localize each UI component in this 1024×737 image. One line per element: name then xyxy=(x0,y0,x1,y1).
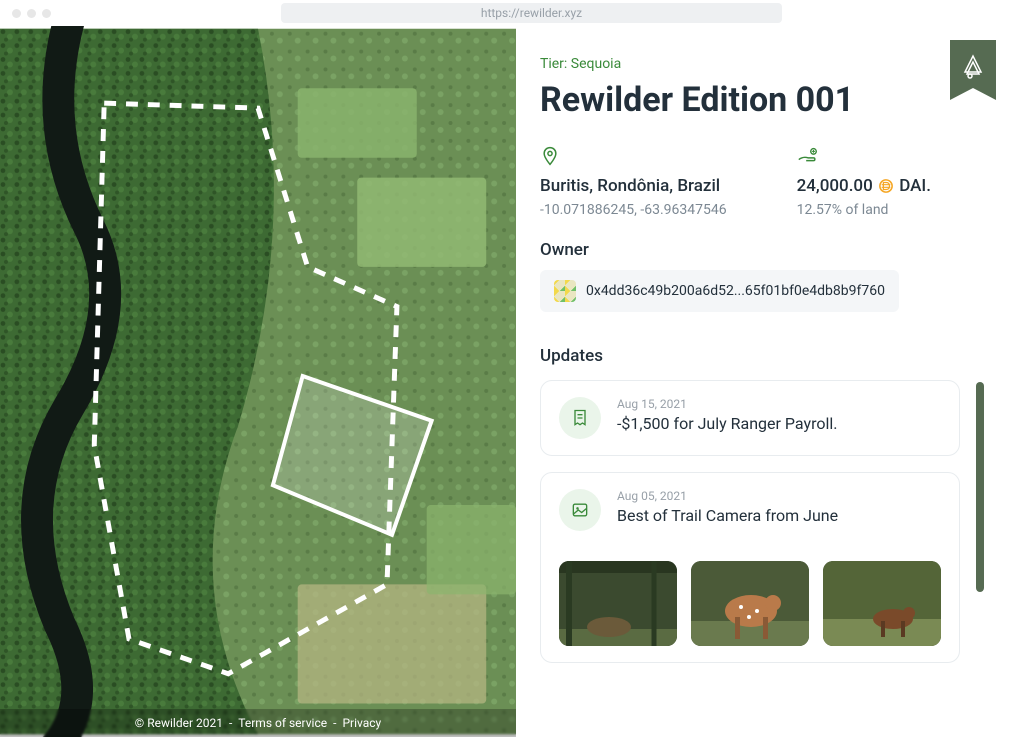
owner-chip[interactable]: 0x4dd36c49b200a6d52...65f01bf0e4db8b9f76… xyxy=(540,270,899,312)
detail-panel: Tier: Sequoia Rewilder Edition 001 Burit… xyxy=(516,26,1024,737)
amount-number: 24,000.00 xyxy=(797,176,873,196)
update-date: Aug 05, 2021 xyxy=(617,489,941,503)
map-panel[interactable]: © Rewilder 2021 - Terms of service - Pri… xyxy=(0,26,516,737)
window-controls xyxy=(12,9,51,18)
maximize-window[interactable] xyxy=(42,9,51,18)
privacy-link[interactable]: Privacy xyxy=(342,716,381,730)
update-title: Best of Trail Camera from June xyxy=(617,506,941,525)
location-pin-icon xyxy=(540,146,560,166)
thumbnail-row xyxy=(559,561,941,646)
location-block: Buritis, Rondônia, Brazil -10.071886245,… xyxy=(540,146,727,218)
updates-section: Updates Aug 15, 2021 -$1,500 for July Ra… xyxy=(540,346,980,663)
image-icon xyxy=(559,489,601,531)
bookmark-badge xyxy=(950,40,996,112)
terms-link[interactable]: Terms of service xyxy=(238,716,327,730)
info-grid: Buritis, Rondônia, Brazil -10.071886245,… xyxy=(540,146,980,218)
owner-address: 0x4dd36c49b200a6d52...65f01bf0e4db8b9f76… xyxy=(586,283,885,299)
currency-label: DAI. xyxy=(899,176,931,196)
close-window[interactable] xyxy=(12,9,21,18)
browser-chrome: https://rewilder.xyz xyxy=(0,0,1024,26)
land-share: 12.57% of land xyxy=(797,202,931,218)
hand-coin-icon xyxy=(797,146,819,166)
dai-icon xyxy=(879,179,893,193)
updates-label: Updates xyxy=(540,346,980,366)
owner-avatar xyxy=(554,280,576,302)
update-card[interactable]: Aug 15, 2021 -$1,500 for July Ranger Pay… xyxy=(540,380,960,456)
receipt-icon xyxy=(559,397,601,439)
update-card[interactable]: Aug 05, 2021 Best of Trail Camera from J… xyxy=(540,472,960,663)
value-amount: 24,000.00 DAI. xyxy=(797,176,931,196)
tier-label: Tier: Sequoia xyxy=(540,56,980,72)
map-footer: © Rewilder 2021 - Terms of service - Pri… xyxy=(0,709,516,737)
minimize-window[interactable] xyxy=(27,9,36,18)
update-title: -$1,500 for July Ranger Payroll. xyxy=(617,414,941,433)
location-coords: -10.071886245, -63.96347546 xyxy=(540,202,727,218)
scrollbar[interactable] xyxy=(976,382,984,662)
copyright-text: © Rewilder 2021 xyxy=(135,716,223,730)
location-name: Buritis, Rondônia, Brazil xyxy=(540,176,727,196)
update-date: Aug 15, 2021 xyxy=(617,397,941,411)
trail-cam-thumb[interactable] xyxy=(559,561,677,646)
scrollbar-thumb[interactable] xyxy=(976,382,984,592)
owner-label: Owner xyxy=(540,240,980,260)
value-block: 24,000.00 DAI. 12.57% of land xyxy=(797,146,931,218)
url-bar[interactable]: https://rewilder.xyz xyxy=(281,3,782,23)
satellite-map xyxy=(0,26,516,737)
page-title: Rewilder Edition 001 xyxy=(540,80,980,120)
trail-cam-thumb[interactable] xyxy=(691,561,809,646)
trail-cam-thumb[interactable] xyxy=(823,561,941,646)
updates-list: Aug 15, 2021 -$1,500 for July Ranger Pay… xyxy=(540,380,980,663)
